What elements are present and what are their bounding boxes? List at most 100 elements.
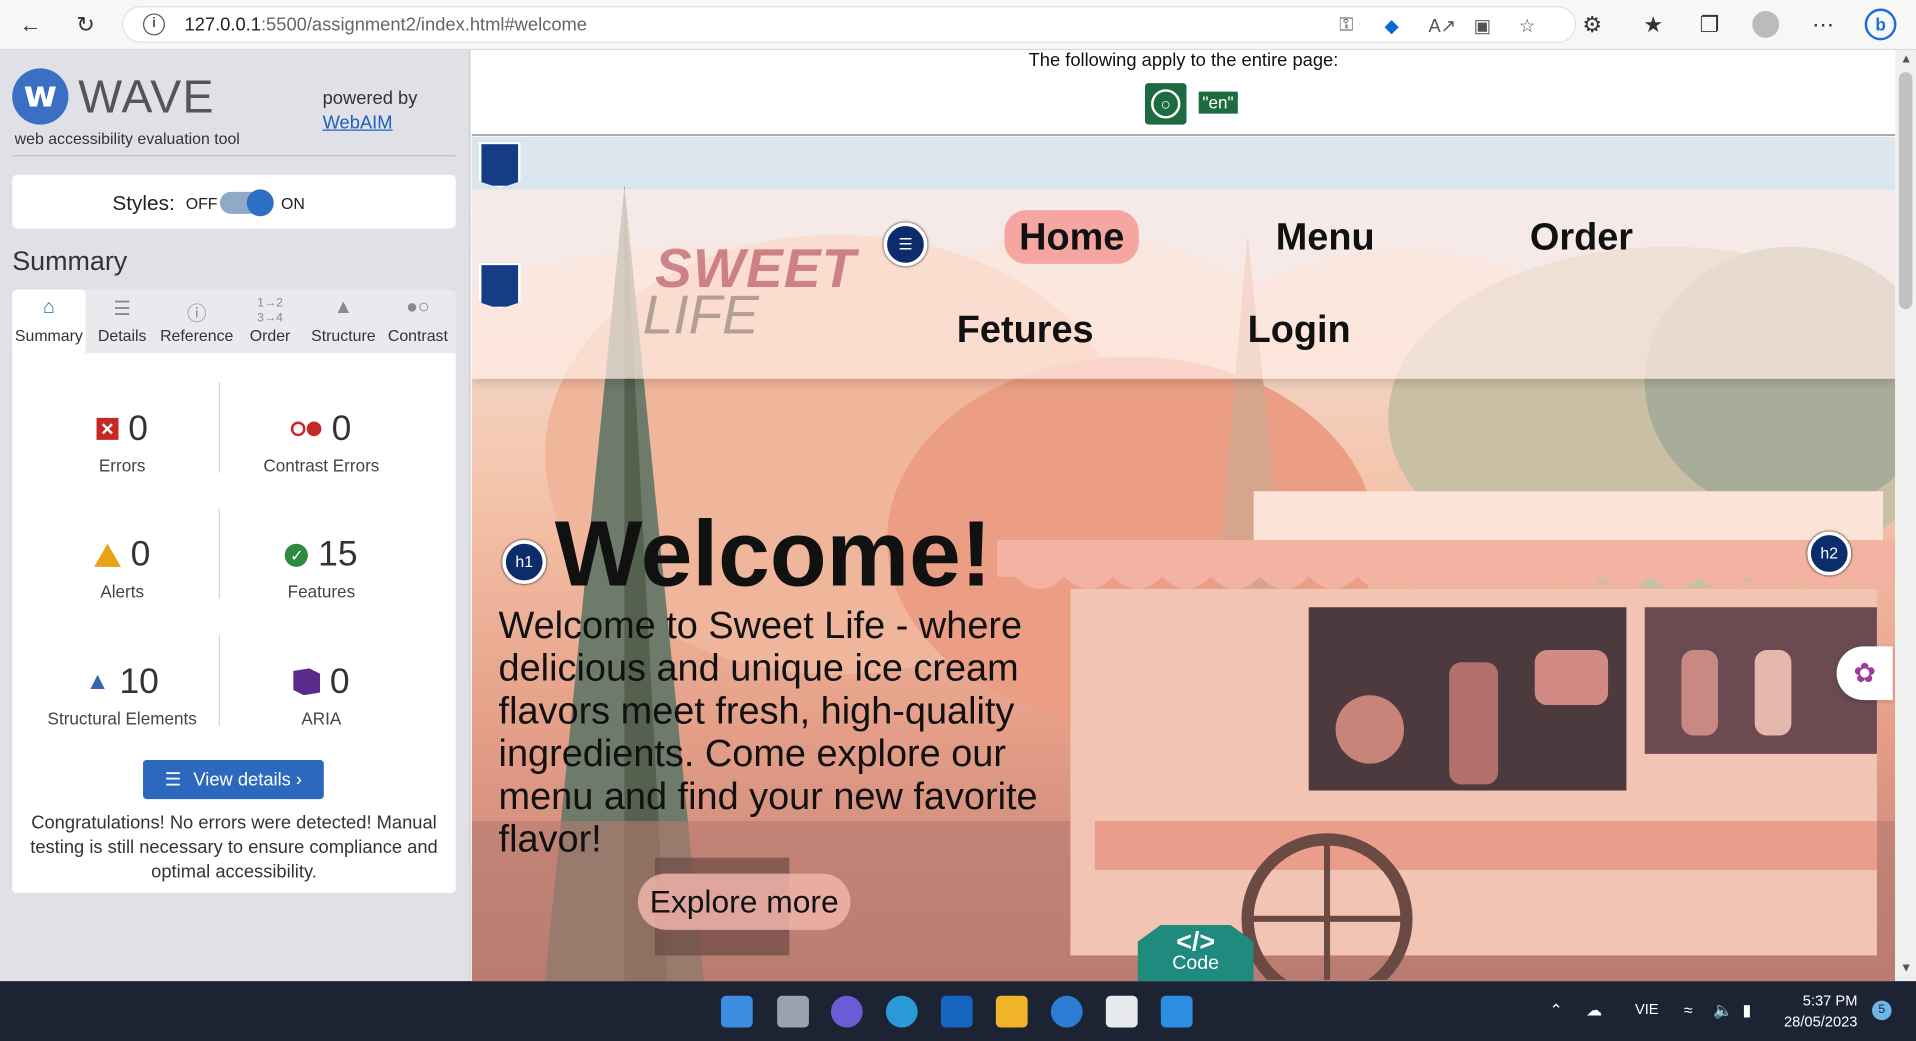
wave-region-icon[interactable]	[479, 141, 521, 189]
webaim-link[interactable]: WebAIM	[323, 112, 393, 133]
refresh-icon[interactable]: ↻	[67, 7, 104, 41]
structural-label: Structural Elements	[47, 708, 197, 729]
volume-icon[interactable]: 🔈	[1713, 1001, 1733, 1021]
metric-errors[interactable]: ✕ 0 Errors	[18, 407, 226, 475]
page-wide-info: The following apply to the entire page: …	[471, 50, 1896, 136]
notification-badge[interactable]: 5	[1872, 1000, 1892, 1021]
key-icon[interactable]: ⚿	[1339, 15, 1353, 36]
nav-login[interactable]: Login	[1248, 308, 1351, 352]
tab-structure[interactable]: ▲ Structure	[307, 290, 380, 354]
wave-h1-badge[interactable]: h1	[502, 540, 547, 585]
tag-icon[interactable]: ◆	[1384, 15, 1398, 37]
wave-panel: w WAVE web accessibility evaluation tool…	[0, 50, 471, 982]
task-view-icon[interactable]	[777, 995, 809, 1028]
tab-details[interactable]: ☰ Details	[86, 290, 159, 354]
vscode-icon[interactable]	[1160, 995, 1193, 1028]
store-icon[interactable]	[1105, 995, 1138, 1028]
nav-home[interactable]: Home	[1004, 210, 1140, 264]
nav-features[interactable]: Fetures	[957, 308, 1094, 352]
welcome-heading: Welcome!	[554, 502, 992, 607]
windows-start-icon[interactable]	[720, 995, 753, 1028]
favorite-add-icon[interactable]: ☆	[1519, 15, 1535, 37]
chat-icon[interactable]	[830, 995, 863, 1028]
extensions-icon[interactable]: ⚙	[1574, 7, 1611, 41]
scroll-up-icon[interactable]: ▲	[1900, 53, 1912, 66]
wave-list-icon[interactable]: ☰	[883, 222, 928, 267]
input-language[interactable]: VIE	[1635, 1001, 1659, 1018]
favorites-icon[interactable]: ★	[1635, 7, 1672, 41]
styles-label: Styles:	[112, 191, 175, 216]
features-label: Features	[287, 581, 356, 602]
toggle-knob[interactable]	[246, 189, 274, 217]
alerts-label: Alerts	[100, 581, 145, 602]
myhp-icon[interactable]	[940, 995, 973, 1028]
read-aloud-icon[interactable]: A↗	[1428, 15, 1456, 37]
address-bar[interactable]: i 127.0.0.1:5500/assignment2/index.html#…	[122, 6, 1577, 43]
wave-subtitle: web accessibility evaluation tool	[14, 129, 240, 148]
error-icon: ✕	[96, 417, 119, 440]
onedrive-icon[interactable]: ☁	[1586, 1001, 1602, 1021]
more-icon[interactable]: ⋯	[1805, 7, 1842, 41]
clock-date: 28/05/2023	[1784, 1012, 1858, 1031]
collections-icon[interactable]: ❐	[1691, 7, 1728, 41]
taskbar: ⌃ ☁ VIE ≈ 🔈 ▮ 5:37 PM 28/05/2023 5	[0, 981, 1916, 1041]
list-icon: ☰	[113, 299, 131, 321]
summary-title: Summary	[12, 245, 128, 277]
list-icon: ☰	[164, 769, 182, 791]
profile-icon[interactable]	[1747, 7, 1784, 41]
app-icon[interactable]: ▣	[1474, 15, 1491, 37]
divider	[12, 155, 456, 157]
metric-structural[interactable]: ▲ 10 Structural Elements	[18, 660, 226, 729]
contrast-count: 0	[331, 408, 352, 448]
info-icon: ⓘ	[186, 304, 207, 326]
styles-toggle[interactable]	[219, 189, 274, 217]
errors-label: Errors	[98, 455, 146, 476]
alert-icon	[93, 543, 121, 567]
nav-order[interactable]: Order	[1530, 215, 1633, 259]
scrollbar-thumb[interactable]	[1898, 72, 1913, 310]
apply-text: The following apply to the entire page:	[1028, 50, 1339, 71]
view-details-button[interactable]: ☰ View details ›	[142, 759, 324, 800]
tray-chevron-icon[interactable]: ⌃	[1549, 1001, 1562, 1021]
battery-icon[interactable]: ▮	[1742, 1001, 1751, 1021]
clock[interactable]: 5:37 PM 28/05/2023	[1784, 991, 1857, 1033]
styles-toggle-box: Styles: OFF ON	[12, 174, 456, 229]
metric-features[interactable]: ✓ 15 Features	[218, 533, 426, 601]
structure-icon: ▲	[333, 296, 354, 318]
edge-icon[interactable]	[885, 995, 918, 1028]
powered-by: powered by WebAIM	[323, 87, 418, 136]
metric-contrast-errors[interactable]: 0 Contrast Errors	[218, 407, 426, 476]
metric-aria[interactable]: 0 ARIA	[218, 660, 426, 728]
code-button[interactable]: </> Code	[1137, 924, 1254, 982]
back-icon[interactable]: ←	[12, 7, 49, 41]
nav-menu[interactable]: Menu	[1276, 215, 1375, 259]
metric-alerts[interactable]: 0 Alerts	[18, 533, 226, 601]
aria-label: ARIA	[301, 708, 342, 729]
site-logo-line2: LIFE	[642, 283, 759, 346]
wave-h2-badge[interactable]: h2	[1807, 531, 1852, 576]
styles-off-label: OFF	[185, 194, 218, 213]
help-icon[interactable]	[1050, 995, 1083, 1028]
wifi-icon[interactable]: ≈	[1684, 1001, 1693, 1019]
tab-summary[interactable]: ⌂ Summary	[12, 289, 86, 354]
scroll-down-icon[interactable]: ▼	[1900, 962, 1912, 975]
wave-tabs: ⌂ Summary ☰ Details ⓘ Reference 1→2 3→4 Order…	[12, 289, 456, 354]
hero-section: SWEET LIFE ☰ Home Menu Order Fetures Log…	[471, 136, 1896, 982]
aria-count: 0	[329, 661, 350, 701]
language-globe-icon[interactable]: ○	[1144, 83, 1187, 125]
bing-icon[interactable]: b	[1862, 7, 1899, 41]
explore-more-button[interactable]: Explore more	[637, 873, 851, 930]
order-icon: 1→2 3→4	[257, 296, 283, 326]
wave-region-icon[interactable]	[479, 262, 521, 310]
site-info-icon[interactable]: i	[142, 13, 165, 36]
copilot-icon[interactable]: ✿	[1836, 646, 1893, 701]
file-explorer-icon[interactable]	[995, 995, 1028, 1028]
aria-icon	[293, 668, 321, 696]
url-text[interactable]: 127.0.0.1:5500/assignment2/index.html#we…	[185, 15, 587, 36]
intro-paragraph: Welcome to Sweet Life - where delicious …	[498, 603, 1038, 861]
page-scrollbar[interactable]: ▲ ▼	[1895, 50, 1916, 982]
tab-reference[interactable]: ⓘ Reference	[160, 290, 233, 354]
tab-order[interactable]: 1→2 3→4 Order	[233, 290, 306, 354]
tab-contrast[interactable]: ●○ Contrast	[381, 290, 454, 354]
styles-on-label: ON	[281, 194, 305, 213]
